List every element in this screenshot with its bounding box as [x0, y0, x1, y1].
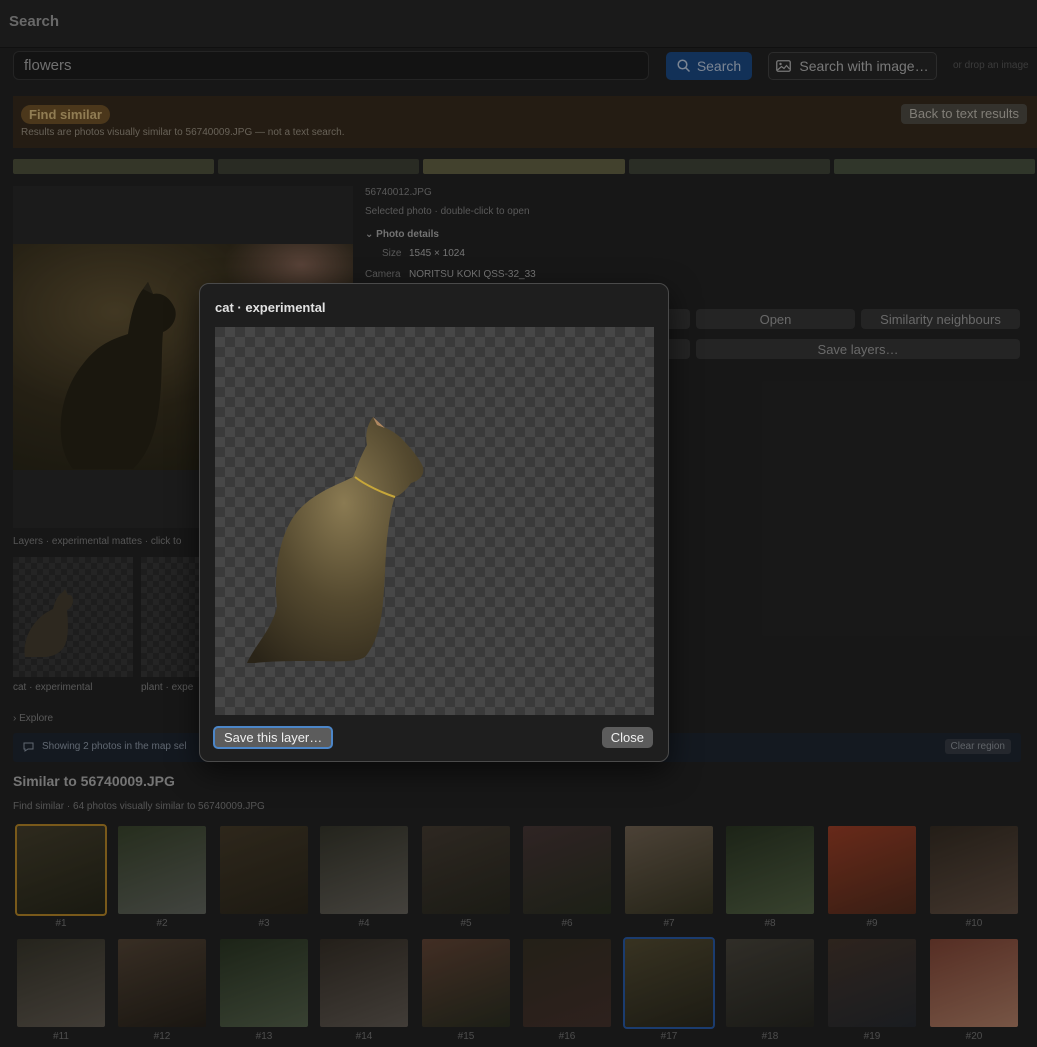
close-button[interactable]: Close — [601, 727, 653, 748]
layer-dialog: cat · experimental Save this layer… Clos… — [199, 283, 669, 762]
layer-canvas — [215, 327, 654, 715]
cat-cutout — [247, 417, 424, 663]
dialog-title: cat · experimental — [215, 300, 326, 315]
save-this-layer-button[interactable]: Save this layer… — [213, 726, 334, 749]
